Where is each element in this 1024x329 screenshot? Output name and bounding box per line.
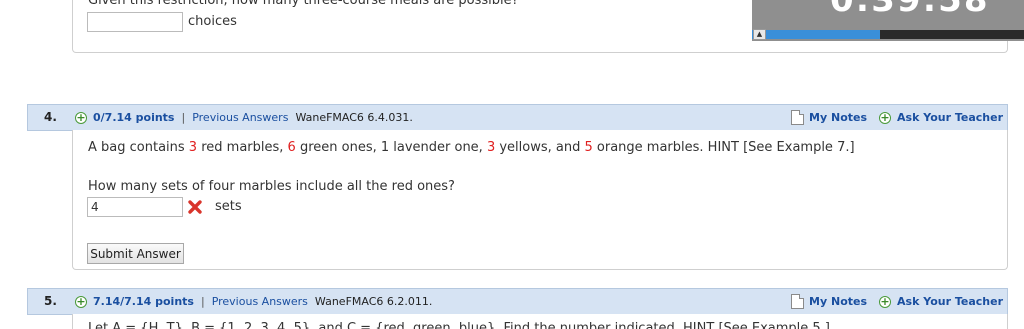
my-notes-link[interactable]: My Notes (809, 295, 867, 308)
notes-area: My Notes + Ask Your Teacher (791, 289, 1003, 314)
ask-plus-icon[interactable]: + (879, 295, 892, 308)
expand-plus-icon[interactable]: + (75, 111, 87, 124)
expand-plus-icon[interactable]: + (75, 295, 87, 308)
question-reference: WaneFMAC6 6.4.031. (295, 111, 413, 124)
timer-progress-fill (752, 30, 880, 39)
choices-answer-input[interactable] (87, 12, 183, 32)
problem-statement: A bag contains 3 red marbles, 6 green on… (88, 140, 855, 155)
red-count: 3 (188, 140, 198, 155)
sub-question-text: How many sets of four marbles include al… (88, 179, 455, 194)
note-icon[interactable] (791, 294, 805, 309)
separator: | (181, 111, 186, 124)
question-4-header: 4. + 0/7.14 points | Previous Answers Wa… (27, 104, 1008, 131)
problem-text-part: green ones, 1 lavender one, (295, 140, 487, 155)
timer-collapse-toggle[interactable]: ▲ (753, 29, 766, 40)
timer-progress-bar (752, 30, 1024, 39)
separator: | (200, 295, 205, 308)
problem-text-part: yellows, and (495, 140, 585, 155)
timer-text: 0:39:58 (830, 0, 990, 20)
notes-area: My Notes + Ask Your Teacher (791, 105, 1003, 130)
problem-text-part: A bag contains (88, 140, 189, 155)
previous-question-text: Given this restriction, how many three-c… (88, 0, 519, 8)
question-number: 5. (44, 294, 57, 308)
ask-teacher-link[interactable]: Ask Your Teacher (897, 295, 1003, 308)
ask-teacher-link[interactable]: Ask Your Teacher (897, 111, 1003, 124)
previous-answers-link[interactable]: Previous Answers (212, 289, 308, 314)
sets-answer-input[interactable] (87, 197, 183, 217)
note-icon[interactable] (791, 110, 805, 125)
question-meta: + 7.14/7.14 points | Previous Answers Wa… (75, 289, 432, 314)
incorrect-x-icon (188, 200, 202, 214)
sets-unit-label: sets (215, 199, 242, 214)
green-count: 6 (287, 140, 296, 155)
my-notes-link[interactable]: My Notes (809, 111, 867, 124)
question-5-partial-text: Let A = {H, T}, B = {1, 2, 3, 4, 5}, and… (88, 321, 830, 329)
question-5-header: 5. + 7.14/7.14 points | Previous Answers… (27, 288, 1008, 315)
problem-text-part: orange marbles. HINT [See Example 7.] (592, 140, 855, 155)
question-reference: WaneFMAC6 6.2.011. (314, 295, 433, 308)
ask-plus-icon[interactable]: + (879, 111, 892, 124)
problem-text-part: red marbles, (197, 140, 288, 155)
submit-answer-button[interactable]: Submit Answer (87, 243, 184, 264)
question-number: 4. (44, 110, 57, 124)
orange-count: 5 (584, 140, 593, 155)
previous-answers-link[interactable]: Previous Answers (192, 105, 288, 130)
points-score[interactable]: 0/7.14 points (93, 105, 174, 130)
yellow-count: 3 (486, 140, 496, 155)
choices-unit-label: choices (188, 14, 237, 29)
points-score[interactable]: 7.14/7.14 points (93, 289, 194, 314)
question-meta: + 0/7.14 points | Previous Answers WaneF… (75, 105, 413, 130)
